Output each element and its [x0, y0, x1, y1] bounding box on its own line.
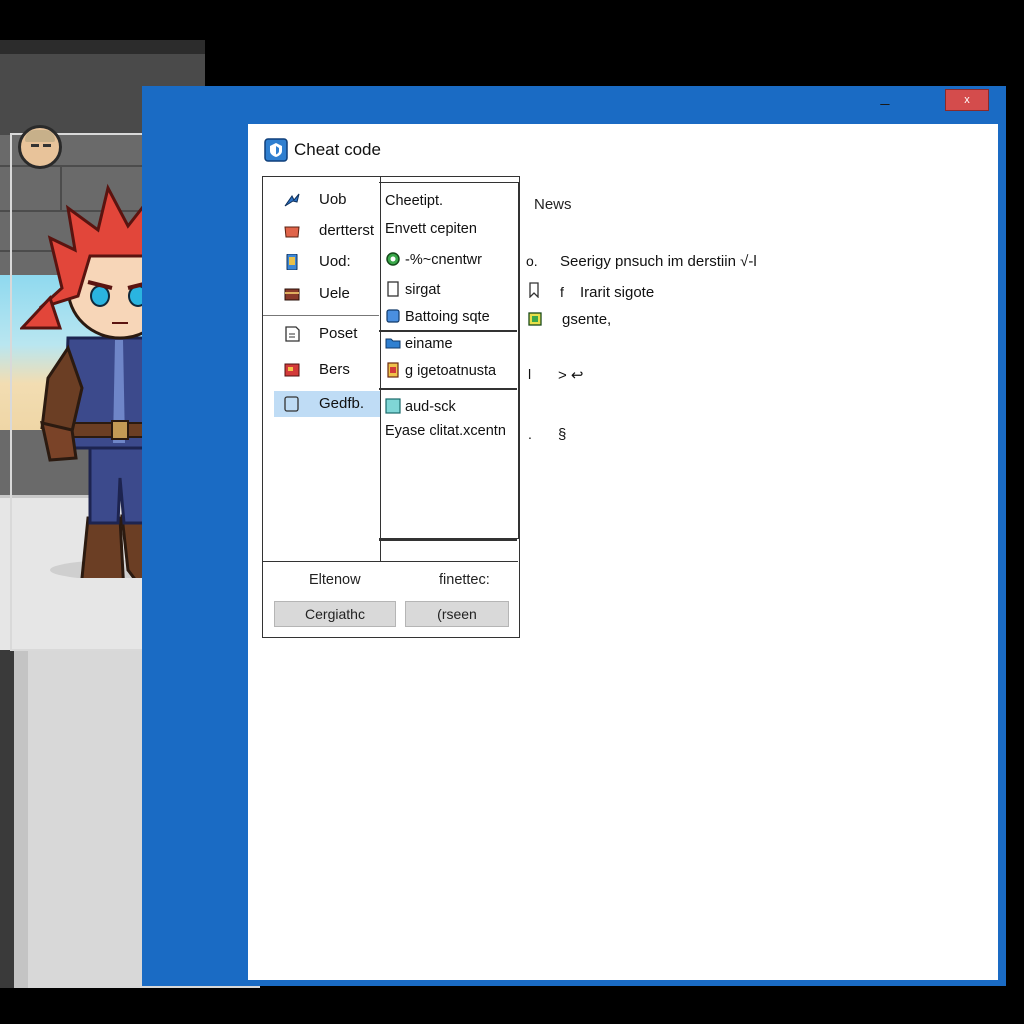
category-item-uob[interactable]: Uob [263, 187, 379, 213]
page-icon [387, 281, 399, 297]
category-label: Uob [319, 191, 347, 208]
category-list: Uob dertterst Uod: Uele Poset Bers Gedfb… [263, 177, 381, 561]
bookmark-icon [529, 282, 539, 298]
footer-right-label: finettec: [439, 572, 490, 588]
window-client-area: Cheat code Uob dertterst Uod: Uele Poset… [248, 124, 998, 980]
cheat-dialog: Uob dertterst Uod: Uele Poset Bers Gedfb… [262, 176, 520, 638]
close-button[interactable]: x [945, 89, 989, 111]
category-label: Uod: [319, 253, 351, 270]
news-header: News [534, 196, 572, 213]
brown-box-icon [284, 288, 300, 301]
orange-page-icon [387, 362, 399, 378]
folder-icon [385, 338, 401, 349]
news-marker: l [528, 366, 532, 382]
cergiathc-button[interactable]: Cergiathc [274, 601, 396, 627]
category-label: Gedfb. [319, 395, 365, 412]
category-label: Uele [319, 285, 350, 302]
blue-arrow-icon [284, 193, 300, 207]
category-item-uele[interactable]: Uele [263, 281, 379, 307]
entry-item[interactable]: sirgat [385, 281, 440, 305]
entry-item[interactable]: Battoing sqte [385, 308, 490, 332]
news-item[interactable]: > ↩ [558, 366, 584, 384]
entry-list: Cheetipt. Envett cepiten -%~cnentwr sirg… [379, 182, 519, 541]
character-portrait-avatar[interactable] [18, 125, 62, 169]
phone-icon [286, 254, 298, 270]
entry-item[interactable]: Eyase clitat.xcentn [385, 423, 506, 447]
yellow-tag-icon [528, 312, 542, 326]
red-card-icon [284, 363, 300, 377]
app-shield-icon [264, 138, 288, 162]
minimize-button[interactable]: _ [875, 90, 895, 108]
rseen-button[interactable]: (rseen [405, 601, 509, 627]
category-label: Bers [319, 361, 350, 378]
page-title: Cheat code [294, 140, 381, 159]
category-item-gedfb-selected[interactable]: Gedfb. [274, 391, 380, 417]
category-label: Poset [319, 325, 358, 342]
square-outline-icon [284, 396, 299, 412]
news-marker: f [560, 284, 564, 300]
entry-item[interactable]: aud-sck [385, 398, 456, 422]
blue-tag-icon [386, 309, 400, 323]
footer-left-label: Eltenow [309, 572, 361, 588]
news-item[interactable]: Irarit sigote [580, 284, 654, 301]
entry-item[interactable]: Envett cepiten [385, 221, 477, 245]
news-item[interactable]: gsente, [562, 311, 611, 328]
category-label: dertterst [319, 222, 375, 239]
news-marker: . [528, 426, 532, 442]
entry-item[interactable]: einame [385, 335, 453, 359]
news-item[interactable]: Seerigy pnsuch im derstiin √-l [560, 253, 757, 270]
document-icon [285, 326, 300, 342]
dialog-footer: Eltenow finettec: Cergiathc (rseen [263, 561, 518, 637]
teal-window-icon [385, 398, 401, 414]
category-item-bers[interactable]: Bers [263, 357, 379, 383]
green-gear-icon [386, 252, 400, 266]
entry-item[interactable]: Cheetipt. [385, 193, 443, 217]
news-marker: o. [526, 253, 538, 269]
category-item-dertterst[interactable]: dertterst [263, 218, 379, 244]
cheat-code-window: _ x Cheat code Uob dertterst Uod: Uele P… [142, 86, 1006, 986]
category-item-poset[interactable]: Poset [263, 321, 379, 347]
red-chest-icon [284, 226, 300, 238]
entry-item[interactable]: -%~cnentwr [385, 251, 482, 275]
entry-item[interactable]: g igetoatnusta [385, 362, 496, 386]
category-item-uod[interactable]: Uod: [263, 249, 379, 275]
news-item[interactable]: § [558, 426, 566, 443]
